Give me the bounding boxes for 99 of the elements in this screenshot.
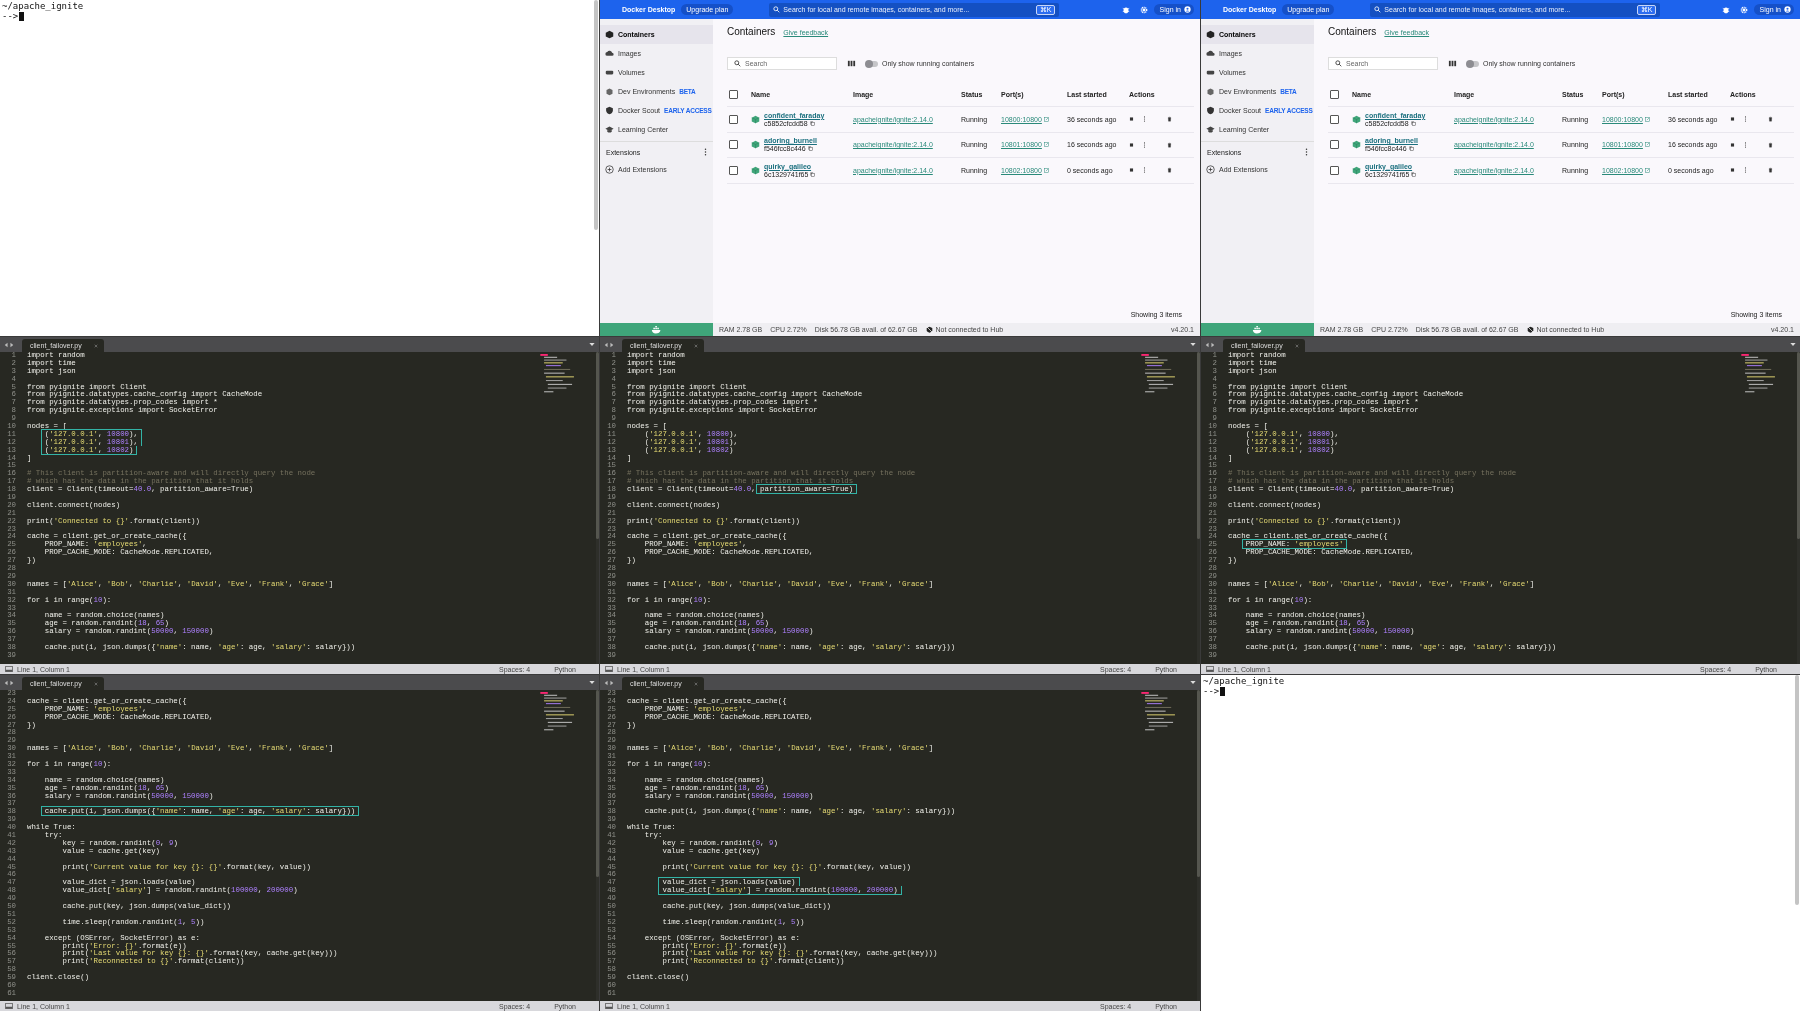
panel-icon[interactable]: [605, 666, 613, 672]
drive-icon: [1206, 68, 1215, 77]
checkbox[interactable]: [1330, 140, 1339, 150]
whale-icon: [1252, 325, 1263, 334]
bug-icon[interactable]: [1721, 5, 1730, 14]
page-title: Containers: [727, 26, 776, 37]
box-icon: [1206, 87, 1215, 96]
delete-icon[interactable]: [1167, 167, 1172, 174]
cloud-icon: [1206, 49, 1215, 58]
copy-icon[interactable]: [1411, 171, 1417, 177]
copy-icon[interactable]: [810, 171, 816, 177]
terminal-line: ~/apache_ignite: [1203, 676, 1285, 686]
plus-circle-icon: [1206, 165, 1215, 174]
navigation-arrows-icon[interactable]: [1205, 341, 1215, 348]
toggle-switch[interactable]: [866, 60, 878, 67]
navigation-arrows-icon[interactable]: [604, 679, 614, 686]
caret-icon[interactable]: [1190, 680, 1196, 685]
scrollbar[interactable]: [596, 352, 599, 664]
navigation-arrows-icon[interactable]: [4, 679, 14, 686]
scrollbar[interactable]: [596, 690, 599, 1001]
delete-icon[interactable]: [1768, 167, 1773, 174]
checkbox[interactable]: [1330, 89, 1339, 99]
stop-icon[interactable]: [1129, 141, 1134, 148]
close-icon[interactable]: [1294, 343, 1299, 348]
container-icon: [1352, 140, 1361, 150]
user-icon: [1184, 6, 1191, 13]
cloud-icon: [605, 49, 614, 58]
plus-circle-icon: [605, 165, 614, 174]
shield-icon: [1206, 106, 1215, 115]
stop-icon[interactable]: [1129, 116, 1134, 123]
terminal-line: -->: [2, 11, 19, 21]
graduation-cap-icon: [605, 125, 614, 134]
bug-icon[interactable]: [1121, 5, 1130, 14]
page-title: Containers: [1328, 26, 1377, 37]
delete-icon[interactable]: [1167, 141, 1172, 148]
drive-icon: [605, 68, 614, 77]
scrollbar[interactable]: [1797, 352, 1800, 664]
scrollbar[interactable]: [1795, 675, 1799, 905]
caret-icon[interactable]: [589, 342, 595, 347]
caret-icon[interactable]: [1790, 342, 1796, 347]
stop-icon[interactable]: [1730, 141, 1735, 148]
container-icon: [751, 165, 760, 175]
search-icon: [773, 6, 781, 13]
scrollbar[interactable]: [1197, 690, 1200, 1001]
container-icon: [751, 140, 760, 150]
terminal-line: -->: [1203, 686, 1220, 696]
navigation-arrows-icon[interactable]: [4, 341, 14, 348]
checkbox[interactable]: [1330, 165, 1339, 175]
columns-icon[interactable]: [847, 59, 856, 68]
copy-icon[interactable]: [809, 120, 815, 126]
settings-icon[interactable]: [1739, 5, 1748, 14]
scrollbar[interactable]: [1197, 352, 1200, 664]
delete-icon[interactable]: [1167, 116, 1172, 123]
copy-icon[interactable]: [807, 146, 813, 152]
cube-icon: [605, 30, 614, 39]
copy-icon[interactable]: [1410, 120, 1416, 126]
checkbox[interactable]: [1330, 114, 1339, 124]
shield-icon: [605, 106, 614, 115]
search-icon: [734, 60, 741, 67]
checkbox[interactable]: [729, 89, 738, 99]
stop-icon[interactable]: [1730, 116, 1735, 123]
panel-icon[interactable]: [5, 1003, 13, 1009]
more-icon[interactable]: [1305, 148, 1308, 156]
cube-icon: [1206, 30, 1215, 39]
user-icon: [1784, 6, 1791, 13]
copy-icon[interactable]: [1408, 146, 1414, 152]
whale-icon: [651, 325, 662, 334]
graduation-cap-icon: [1206, 125, 1215, 134]
settings-icon[interactable]: [1139, 5, 1148, 14]
box-icon: [605, 87, 614, 96]
close-icon[interactable]: [693, 343, 698, 348]
close-icon[interactable]: [693, 681, 698, 686]
panel-icon[interactable]: [605, 1003, 613, 1009]
terminal-line: ~/apache_ignite: [2, 1, 84, 11]
disconnected-icon: [1526, 326, 1534, 333]
checkbox[interactable]: [729, 140, 738, 150]
columns-icon[interactable]: [1448, 59, 1457, 68]
search-icon: [1374, 6, 1382, 13]
panel-icon[interactable]: [5, 666, 13, 672]
checkbox[interactable]: [729, 114, 738, 124]
close-icon[interactable]: [93, 343, 98, 348]
search-icon: [1335, 60, 1342, 67]
container-icon: [751, 114, 760, 124]
close-icon[interactable]: [93, 681, 98, 686]
stop-icon[interactable]: [1129, 167, 1134, 174]
disconnected-icon: [925, 326, 933, 333]
delete-icon[interactable]: [1768, 116, 1773, 123]
toggle-switch[interactable]: [1467, 60, 1479, 67]
container-icon: [1352, 165, 1361, 175]
container-icon: [1352, 114, 1361, 124]
stop-icon[interactable]: [1730, 167, 1735, 174]
scrollbar[interactable]: [594, 0, 598, 230]
caret-icon[interactable]: [589, 680, 595, 685]
caret-icon[interactable]: [1190, 342, 1196, 347]
delete-icon[interactable]: [1768, 141, 1773, 148]
panel-icon[interactable]: [1206, 666, 1214, 672]
checkbox[interactable]: [729, 165, 738, 175]
navigation-arrows-icon[interactable]: [604, 341, 614, 348]
more-icon[interactable]: [704, 148, 707, 156]
